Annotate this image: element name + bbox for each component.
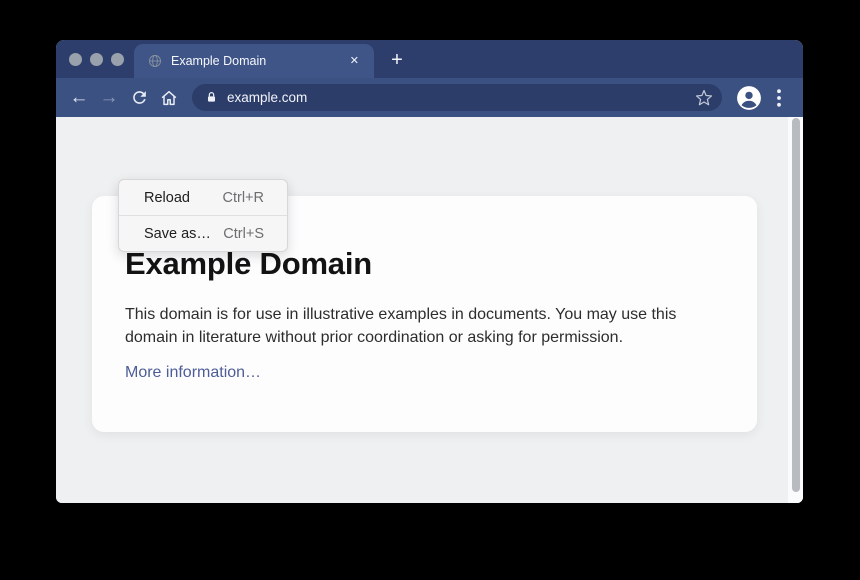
- menu-item-label: Reload: [144, 190, 190, 206]
- browser-menu-button[interactable]: [768, 85, 790, 111]
- page-viewport: Example Domain This domain is for use in…: [56, 117, 803, 503]
- profile-button[interactable]: [736, 85, 762, 111]
- avatar-icon: [736, 85, 762, 111]
- new-tab-button[interactable]: +: [384, 48, 410, 73]
- url-text[interactable]: example.com: [227, 90, 693, 105]
- window-close-button[interactable]: [69, 53, 82, 66]
- menu-item-save-as[interactable]: Save as… Ctrl+S: [119, 216, 287, 251]
- page-paragraph: This domain is for use in illustrative e…: [125, 303, 713, 349]
- scrollbar-track[interactable]: [788, 117, 803, 503]
- star-icon: [695, 89, 713, 107]
- traffic-lights: [69, 53, 124, 66]
- home-button[interactable]: [154, 83, 184, 113]
- title-bar: Example Domain ✕ +: [56, 40, 803, 78]
- home-icon: [159, 88, 179, 108]
- scrollbar-thumb[interactable]: [792, 118, 800, 492]
- forward-button[interactable]: →: [94, 83, 124, 113]
- forward-arrow-icon: →: [100, 88, 119, 107]
- browser-tab[interactable]: Example Domain ✕: [134, 44, 374, 78]
- tab-title: Example Domain: [171, 54, 347, 68]
- window-minimize-button[interactable]: [90, 53, 103, 66]
- address-bar[interactable]: example.com: [192, 84, 722, 111]
- menu-item-shortcut: Ctrl+S: [223, 226, 264, 242]
- globe-favicon-icon: [148, 54, 162, 68]
- menu-item-label: Save as…: [144, 226, 211, 242]
- bookmark-button[interactable]: [693, 87, 715, 109]
- tab-close-icon[interactable]: ✕: [347, 53, 362, 70]
- reload-button[interactable]: [124, 83, 154, 113]
- menu-item-shortcut: Ctrl+R: [223, 190, 265, 206]
- three-dots-icon: [777, 89, 781, 107]
- context-menu: Reload Ctrl+R Save as… Ctrl+S: [118, 179, 288, 252]
- menu-item-reload[interactable]: Reload Ctrl+R: [119, 180, 287, 215]
- window-maximize-button[interactable]: [111, 53, 124, 66]
- more-information-link[interactable]: More information…: [125, 364, 261, 382]
- reload-icon: [130, 88, 149, 107]
- lock-icon: [205, 91, 218, 104]
- browser-window: Example Domain ✕ + ← →: [56, 40, 803, 503]
- navigation-toolbar: ← → example.com: [56, 78, 803, 117]
- back-arrow-icon: ←: [70, 88, 89, 107]
- back-button[interactable]: ←: [64, 83, 94, 113]
